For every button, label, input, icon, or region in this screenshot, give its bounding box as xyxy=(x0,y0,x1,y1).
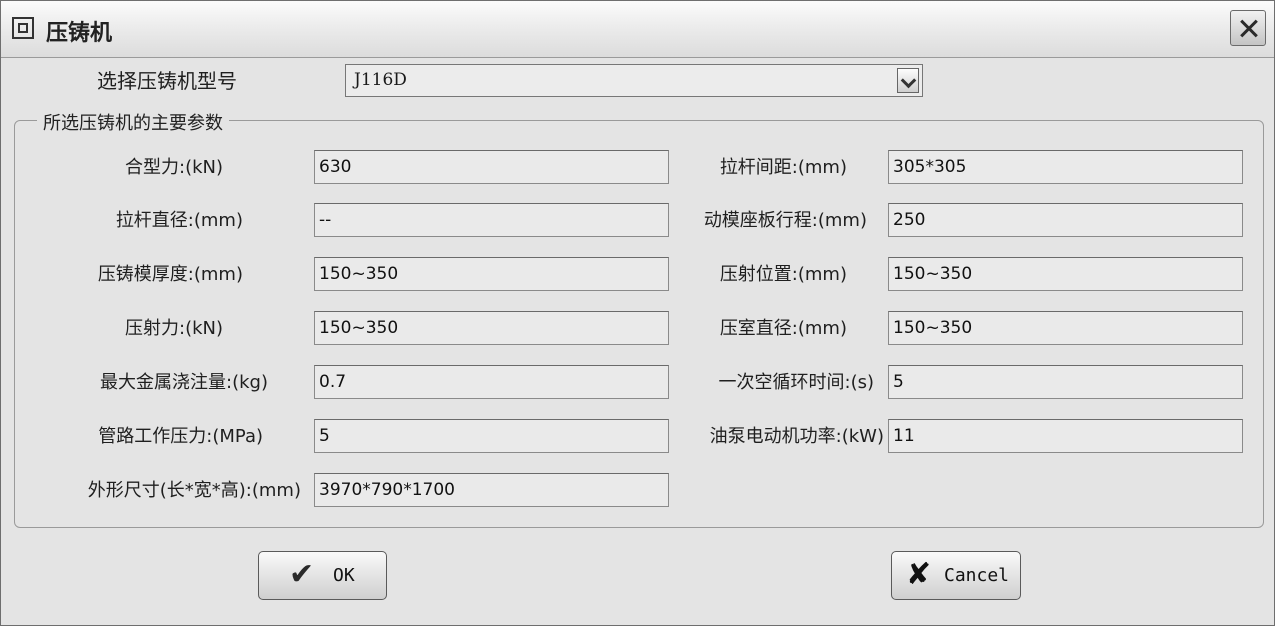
param-field-overall-dimensions[interactable]: 3970*790*1700 xyxy=(314,473,669,507)
x-icon: ✘ xyxy=(906,557,932,592)
param-field-shot-sleeve-diameter[interactable]: 150~350 xyxy=(888,311,1243,345)
param-field-pump-motor-power[interactable]: 11 xyxy=(888,419,1243,453)
chevron-down-icon[interactable] xyxy=(897,68,919,93)
param-field-max-shot-weight[interactable]: 0.7 xyxy=(314,365,669,399)
param-label-injection-position: 压射位置:(mm) xyxy=(719,264,847,285)
model-select-label: 选择压铸机型号 xyxy=(97,69,237,93)
dialog-window: 压铸机 选择压铸机型号 J116D 所选压铸机的主要参数 合型力:(kN) 63… xyxy=(0,0,1275,626)
param-label-tie-bar-spacing: 拉杆间距:(mm) xyxy=(719,157,847,178)
param-label-die-thickness: 压铸模厚度:(mm) xyxy=(97,264,243,285)
cancel-button-label: Cancel xyxy=(944,565,1010,586)
param-field-die-thickness[interactable]: 150~350 xyxy=(314,257,669,291)
ok-button-label: OK xyxy=(333,565,355,586)
title-bar[interactable]: 压铸机 xyxy=(1,1,1274,58)
params-group-title: 所选压铸机的主要参数 xyxy=(37,109,229,135)
window-app-icon xyxy=(12,17,34,39)
param-label-clamp-force: 合型力:(kN) xyxy=(125,157,223,178)
window-title: 压铸机 xyxy=(46,21,113,46)
model-select-value: J116D xyxy=(354,70,407,90)
param-field-injection-position[interactable]: 150~350 xyxy=(888,257,1243,291)
param-field-moving-platen-stroke[interactable]: 250 xyxy=(888,203,1243,237)
param-field-tie-bar-spacing[interactable]: 305*305 xyxy=(888,150,1243,184)
param-field-tie-bar-diameter[interactable]: -- xyxy=(314,203,669,237)
param-label-injection-force: 压射力:(kN) xyxy=(125,318,223,339)
model-select[interactable]: J116D xyxy=(345,64,923,97)
param-field-dry-cycle-time[interactable]: 5 xyxy=(888,365,1243,399)
param-label-shot-sleeve-diameter: 压室直径:(mm) xyxy=(719,318,847,339)
param-field-clamp-force[interactable]: 630 xyxy=(314,150,669,184)
cancel-button[interactable]: ✘ Cancel xyxy=(891,551,1021,600)
param-field-injection-force[interactable]: 150~350 xyxy=(314,311,669,345)
param-field-line-pressure[interactable]: 5 xyxy=(314,419,669,453)
param-label-line-pressure: 管路工作压力:(MPa) xyxy=(98,426,263,447)
param-label-dry-cycle-time: 一次空循环时间:(s) xyxy=(718,372,875,393)
check-icon: ✔ xyxy=(289,557,315,592)
param-label-pump-motor-power: 油泵电动机功率:(kW) xyxy=(709,426,884,447)
ok-button[interactable]: ✔ OK xyxy=(258,551,387,600)
close-button[interactable] xyxy=(1230,10,1266,46)
param-label-tie-bar-diameter: 拉杆直径:(mm) xyxy=(115,210,243,231)
param-label-moving-platen-stroke: 动模座板行程:(mm) xyxy=(703,210,867,231)
param-label-max-shot-weight: 最大金属浇注量:(kg) xyxy=(100,372,268,393)
param-label-overall-dimensions: 外形尺寸(长*宽*高):(mm) xyxy=(87,480,301,501)
